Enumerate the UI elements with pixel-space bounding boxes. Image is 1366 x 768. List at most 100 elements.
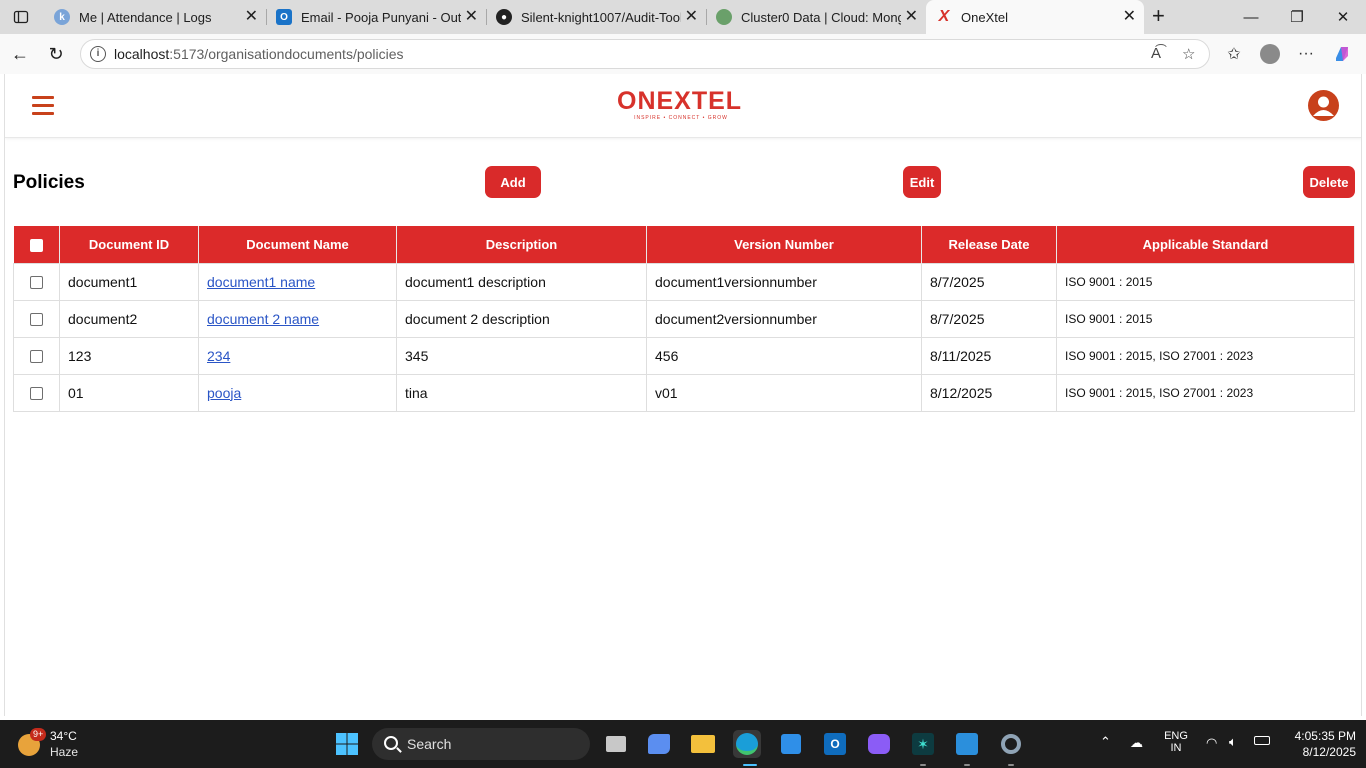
file-explorer-icon[interactable] [689,730,717,758]
volume-icon[interactable]: 🔈︎ [1229,734,1237,750]
applicable-standard-cell: ISO 9001 : 2015 [1056,262,1355,301]
applicable-standard-cell: ISO 9001 : 2015 [1056,299,1355,338]
show-hidden-icons-chevron-icon[interactable]: ⌃ [1100,734,1111,750]
active-app-indicator [743,764,757,766]
document-name-cell: pooja [198,373,397,412]
region-code: IN [1170,742,1182,754]
delete-button[interactable]: Delete [1303,166,1355,198]
column-header-applicable-standard[interactable]: Applicable Standard [1056,226,1355,263]
outlook-favicon-icon: O [276,9,292,25]
tab-github[interactable]: ● Silent-knight1007/Audit-Tool- ✕ [486,4,706,30]
profile-icon[interactable] [1258,42,1282,66]
onedrive-cloud-icon[interactable]: ☁ [1130,735,1143,751]
document-name-link[interactable]: pooja [207,385,241,401]
clock-date: 8/12/2025 [1302,745,1356,759]
version-number-cell: v01 [646,373,922,412]
row-select-cell [13,336,60,375]
microsoft-365-icon[interactable] [865,730,893,758]
applicable-standard-cell: ISO 9001 : 2015, ISO 27001 : 2023 [1056,373,1355,412]
column-header-version-number[interactable]: Version Number [646,226,922,263]
row-checkbox[interactable] [30,313,43,327]
vscode-icon[interactable] [953,730,981,758]
weather-temperature: 34°C [50,729,77,743]
document-name-link[interactable]: document 2 name [207,311,319,327]
hamburger-menu-icon[interactable] [32,96,54,115]
version-number-cell: document2versionnumber [646,299,922,338]
read-aloud-icon[interactable]: A͡ [1151,45,1161,62]
user-avatar-icon[interactable] [1308,90,1339,121]
taskbar-search-box[interactable]: Search [372,728,590,760]
language-code: ENG [1164,730,1188,742]
row-select-cell [13,262,60,301]
favorite-star-icon[interactable]: ☆ [1182,45,1195,63]
row-checkbox[interactable] [30,387,43,401]
edge-browser-icon[interactable] [733,730,761,758]
tab-onextel[interactable]: X OneXtel ✕ [926,0,1144,34]
onextel-logo[interactable]: ONEXTEL INSPIRE • CONNECT • GROW [617,88,749,124]
column-header-document-id[interactable]: Document ID [59,226,199,263]
close-window-icon[interactable]: ✕ [1320,0,1366,34]
url-text[interactable]: localhost:5173/organisationdocuments/pol… [114,46,404,62]
column-header-document-name[interactable]: Document Name [198,226,397,263]
running-app-indicator [1008,764,1014,766]
windows-start-icon[interactable] [333,730,361,758]
logo-wordmark: ONEXTEL [617,87,743,115]
system-clock[interactable]: 4:05:35 PM 8/12/2025 [1280,728,1356,760]
column-header-description[interactable]: Description [396,226,647,263]
running-app-indicator [964,764,970,766]
search-icon [384,736,398,750]
back-arrow-icon[interactable]: ← [7,42,33,66]
document-id-cell: document2 [59,299,199,338]
column-header-release-date[interactable]: Release Date [921,226,1057,263]
settings-gear-icon[interactable] [997,730,1025,758]
task-view-icon[interactable] [602,730,630,758]
favorites-icon[interactable]: ✩ [1222,42,1246,66]
terminal-app-icon[interactable]: ✶ [909,730,937,758]
version-number-cell: 456 [646,336,922,375]
address-bar[interactable]: i localhost:5173/organisationdocuments/p… [80,39,1210,69]
tab-label: Email - Pooja Punyani - Outlook [301,9,461,25]
close-tab-icon[interactable]: ✕ [685,8,698,26]
restore-icon[interactable]: ❐ [1274,0,1320,34]
more-options-icon[interactable]: ··· [1294,42,1318,66]
table-row[interactable]: document2 document 2 name document 2 des… [13,299,1355,338]
close-tab-icon[interactable]: ✕ [465,8,478,26]
tab-actions-icon[interactable] [8,6,34,28]
edit-button[interactable]: Edit [903,166,941,198]
attendance-favicon-icon: k [54,9,70,25]
table-row[interactable]: 123 234 345 456 8/11/2025 ISO 9001 : 201… [13,336,1355,375]
copilot-icon[interactable] [1330,42,1354,66]
table-row[interactable]: document1 document1 name document1 descr… [13,262,1355,301]
tab-outlook[interactable]: O Email - Pooja Punyani - Outlook ✕ [266,4,486,30]
site-info-icon[interactable]: i [90,46,106,62]
close-tab-icon[interactable]: ✕ [1123,8,1136,26]
microsoft-store-icon[interactable] [777,730,805,758]
language-indicator[interactable]: ENG IN [1163,730,1189,754]
row-checkbox[interactable] [30,350,43,364]
wifi-icon[interactable]: ◠ [1206,735,1217,751]
refresh-icon[interactable]: ↻ [43,42,69,66]
release-date-cell: 8/7/2025 [921,262,1057,301]
row-checkbox[interactable] [30,276,43,290]
logo-tagline: INSPIRE • CONNECT • GROW [634,115,728,121]
select-all-checkbox[interactable] [29,238,43,252]
tab-attendance[interactable]: k Me | Attendance | Logs ✕ [44,4,266,30]
add-button[interactable]: Add [485,166,541,198]
running-app-indicator [920,764,926,766]
table-header-row: Document ID Document Name Description Ve… [13,226,1355,263]
table-row[interactable]: 01 pooja tina v01 8/12/2025 ISO 9001 : 2… [13,373,1355,412]
tab-mongodb[interactable]: Cluster0 Data | Cloud: MongoDB ✕ [706,4,926,30]
close-tab-icon[interactable]: ✕ [905,8,918,26]
battery-icon[interactable] [1254,736,1270,745]
minimize-icon[interactable]: — [1228,0,1274,34]
new-tab-icon[interactable]: + [1152,4,1165,28]
copilot-app-icon[interactable] [645,730,673,758]
document-name-link[interactable]: 234 [207,348,230,364]
close-tab-icon[interactable]: ✕ [245,8,258,26]
weather-widget[interactable]: 9+ 34°C Haze [18,728,98,760]
outlook-app-icon[interactable]: O [821,730,849,758]
notification-badge: 9+ [30,728,47,741]
document-name-link[interactable]: document1 name [207,274,315,290]
onextel-favicon-icon: X [938,8,950,25]
page-title: Policies [13,172,85,193]
